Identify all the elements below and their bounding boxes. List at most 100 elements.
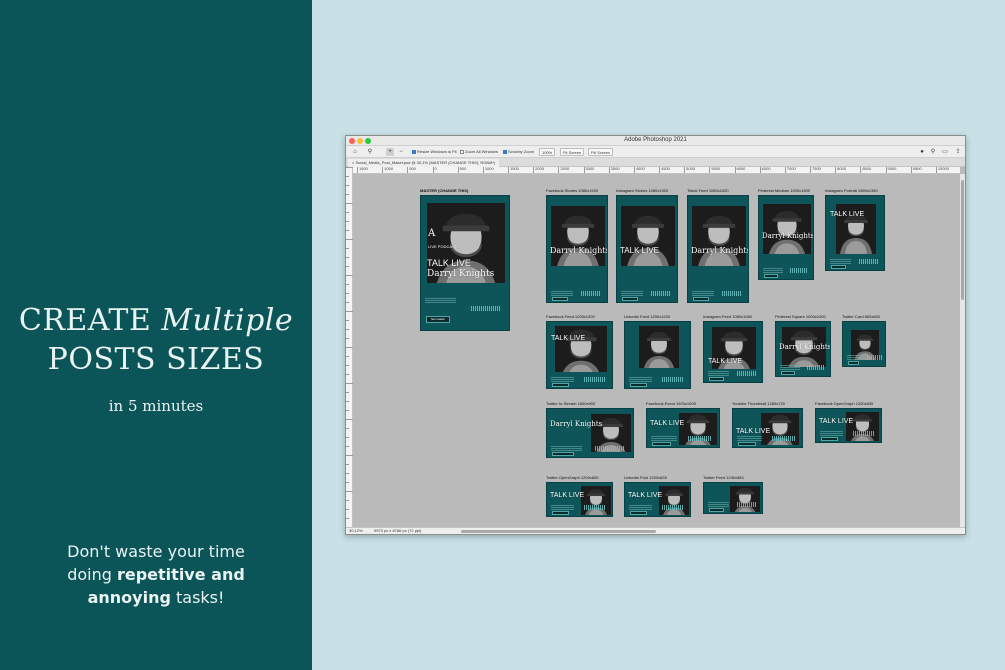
fit-screen-button[interactable]: Fit Screen [560,148,585,156]
post-title: TALK LIVE [628,492,663,499]
post-button [709,377,724,381]
post-preview: TALK LIVE [546,482,613,517]
ruler-tick-label: 6000 [734,167,745,173]
ruler-tick-label: 5000 [684,167,695,173]
post-preview: Darryl Knights [758,195,814,280]
post-preview [624,321,691,389]
document-tab[interactable]: × Social_Media_Post_Maker.psd @ 30,1% (M… [348,159,500,167]
artboard[interactable]: Facebook OpenGraph 1200x630 TALK LIVE [815,401,882,443]
post-preview: TALK LIVE [732,408,803,448]
ruler-tick-label: 1500 [508,167,519,173]
artboard[interactable]: Facebook Feed 1200x1200 TALK LIVE [546,314,613,389]
home-icon[interactable]: ⌂ [351,148,359,156]
ruler-tick [346,185,349,186]
search-icon[interactable]: ⚲ [929,148,937,156]
audio-wave-icon [790,268,808,273]
portrait-photo [555,326,607,372]
ruler-tick-label: 8500 [860,167,871,173]
audio-wave-icon [688,436,712,441]
portrait-photo [581,486,611,515]
artboard[interactable]: Twitter In-Stream 1600x900 Darryl Knights [546,401,634,458]
portrait-photo [763,204,811,254]
zoom-all-option[interactable]: Zoom All Windows [460,149,498,154]
post-title: TALK LIVE [427,258,471,268]
vertical-scrollbar[interactable] [960,174,965,527]
zoom-100-button[interactable]: 100% [539,148,556,156]
ruler-tick [346,347,353,348]
artboard[interactable]: Twitter Card 800x800 [842,314,886,367]
artboard[interactable]: Instagram Portrait 1080x1350 TALK LIVE [825,188,885,271]
canvas[interactable]: MASTER (CHANGE THIS) A LIVE PODCAST TALK LI… [353,174,960,527]
artboard[interactable]: Twitter Feed 1240x584 [703,475,763,514]
portrait-photo [621,206,675,266]
headline-pre: CREATE [18,303,162,338]
ruler-tick [346,302,349,303]
artboard[interactable]: MASTER (CHANGE THIS) A LIVE PODCAST TALK LI… [420,188,510,331]
artboard[interactable]: Instagram Feed 1080x1080 TALK LIVE [703,314,763,383]
audio-wave-icon [859,259,879,264]
artboard-label: Twitter Card 800x800 [842,314,881,319]
status-bar: 30,12% 9973 px x 8786 px (72 ppi) [346,527,965,534]
checkbox-icon[interactable] [503,150,507,154]
status-zoom: 30,12% [349,528,363,533]
scrubby-zoom-option[interactable]: Scrubby Zoom [503,149,534,154]
tagline-line3a: annoying [87,588,171,607]
ruler-tick [346,482,349,483]
artboard[interactable]: Facebook Event 1920x1005 TALK LIVE [646,401,720,448]
fill-screen-button[interactable]: Fill Screen [588,148,613,156]
ruler-tick [346,248,349,249]
post-preview: TALK LIVE [616,195,678,303]
artboard[interactable]: Pinterest Square 1000x1000 Darryl Knights [775,314,831,377]
audio-wave-icon [662,505,684,510]
vertical-ruler [346,167,353,527]
audio-wave-icon [584,377,606,382]
ruler-tick [346,491,353,492]
ruler-tick [346,320,349,321]
ruler-tick [346,338,349,339]
artboard[interactable]: Facebook Stories 1080x1920 Darryl Knights [546,188,608,303]
post-preview: Darryl Knights [775,321,831,377]
ruler-tick [346,374,349,375]
artboard[interactable]: Youtube Thumbnail 1280x720 TALK LIVE [732,401,803,448]
post-preview: TALK LIVE [546,321,613,389]
ruler-tick-label: 5500 [709,167,720,173]
workspace-icon[interactable]: ▭ [941,148,949,156]
ruler-tick-label: 1000 [382,167,393,173]
post-kicker: LIVE PODCAST [428,244,458,249]
zoom-out-icon[interactable]: − [397,148,405,156]
ruler-tick [346,257,349,258]
ruler-tick-label: 500 [457,167,466,173]
checkbox-icon[interactable] [460,150,464,154]
zoom-tool-icon[interactable]: ⚲ [366,148,374,156]
artboard-label: MASTER (CHANGE THIS) [420,188,469,193]
resize-windows-option[interactable]: Resize Windows to Fit [412,149,457,154]
ruler-tick [346,383,353,384]
share-icon[interactable]: ⇪ [954,148,962,156]
tagline-line2a: doing [67,565,117,584]
post-preview: A LIVE PODCAST TALK LIVE Darryl Knights Set … [420,195,510,331]
artboard[interactable]: Instagram Stories 1080x1920 TALK LIVE [616,188,678,303]
portrait-photo [692,206,746,266]
ruler-tick [346,293,349,294]
horizontal-scroll-thumb[interactable] [461,530,656,533]
portrait-photo [846,412,879,441]
ruler-tick-label: 9000 [885,167,896,173]
portrait-photo [551,206,605,266]
artboard[interactable]: Tiktok Feed 1080x1920 Darryl Knights [687,188,749,303]
ruler-tick-label: 1500 [357,167,368,173]
post-preview: Darryl Knights [687,195,749,303]
zoom-in-icon[interactable]: + [386,148,394,156]
ruler-tick-label: 3000 [583,167,594,173]
audio-wave-icon [662,377,684,382]
audio-wave-icon [737,502,757,507]
user-icon[interactable]: ● [918,148,926,156]
artboard[interactable]: Linkedin Post 1200x628 TALK LIVE [624,475,691,517]
ruler-tick [346,356,349,357]
artboard[interactable]: Pinterest Medium 1000x1500 Darryl Knights [758,188,814,280]
vertical-scroll-thumb[interactable] [961,180,964,300]
artboard[interactable]: Twitter OpenGraph 1200x600 TALK LIVE [546,475,613,517]
post-button [821,437,838,441]
checkbox-icon[interactable] [412,150,416,154]
artboard[interactable]: Linkedin Feed 1200x1200 [624,314,691,389]
tagline: Don't waste your time doing repetitive a… [0,540,312,609]
